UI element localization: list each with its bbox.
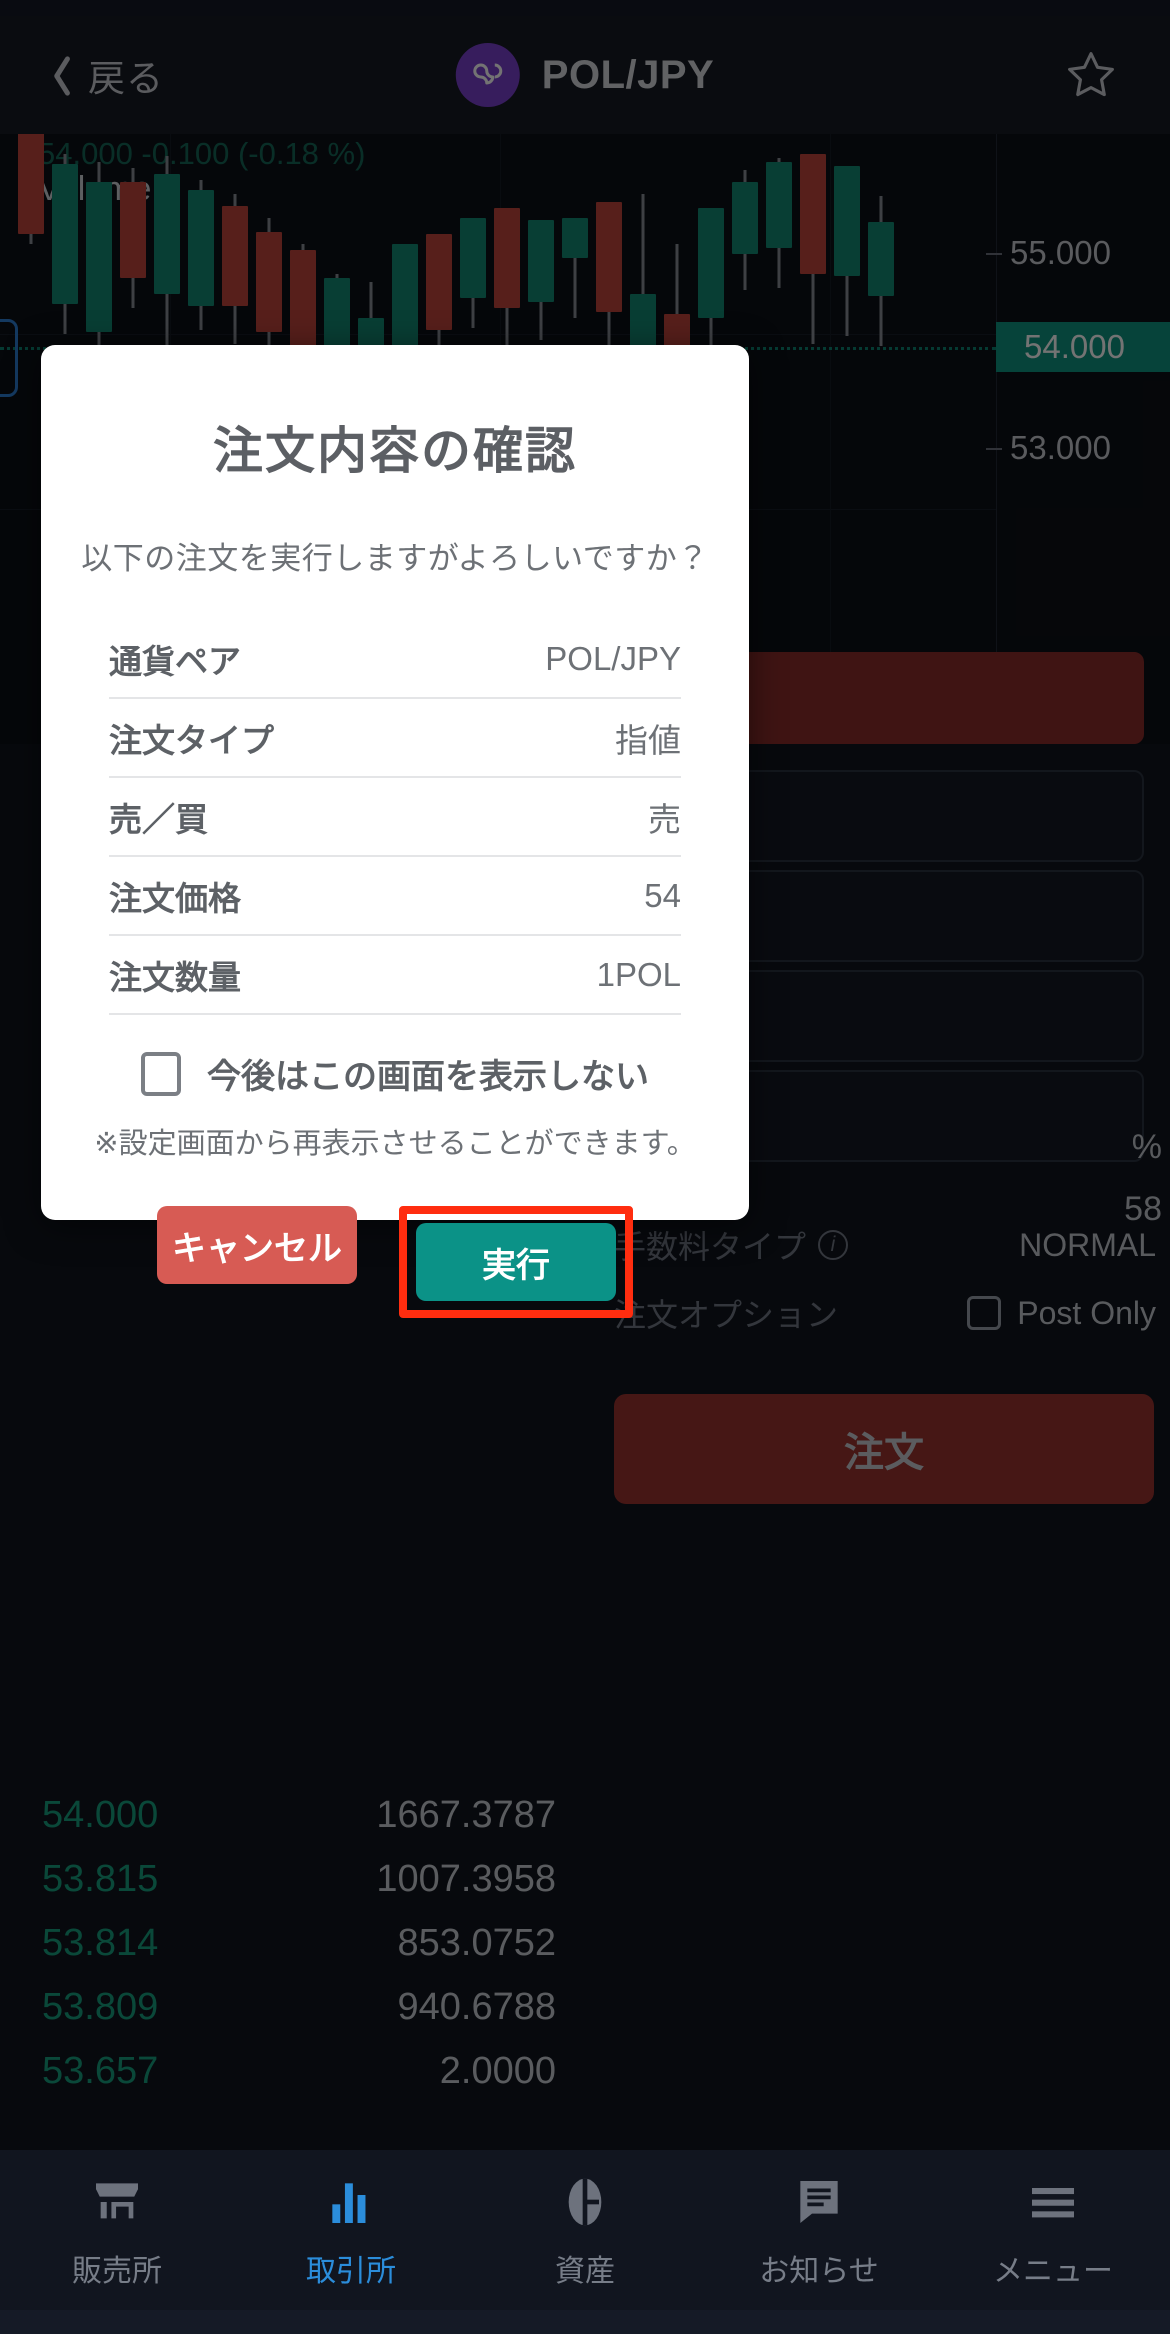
table-row: 注文価格 54: [109, 857, 681, 936]
nav-label: お知らせ: [759, 2255, 879, 2288]
nav-label: メニュー: [993, 2255, 1113, 2288]
table-row: 注文数量 1POL: [109, 936, 681, 1015]
table-row: 売／買 売: [109, 778, 681, 857]
nav-item-assets[interactable]: 資産: [468, 2150, 702, 2290]
row-value: POL/JPY: [545, 639, 681, 677]
row-value: 指値: [615, 721, 681, 759]
hamburger-icon: [1025, 2172, 1081, 2230]
nav-item-menu[interactable]: メニュー: [936, 2150, 1170, 2290]
dialog-description: 以下の注文を実行しますがよろしいですか？: [81, 541, 709, 576]
dont-show-again-checkbox[interactable]: 今後はこの画面を表示しない: [41, 1049, 749, 1098]
dialog-actions: キャンセル 実行: [41, 1206, 749, 1318]
bar-chart-icon: [323, 2172, 379, 2230]
dialog-note: ※設定画面から再表示させることができます。: [94, 1128, 696, 1160]
assets-coin-icon: [557, 2172, 613, 2230]
nav-label: 資産: [555, 2255, 615, 2288]
row-value: 売: [648, 800, 681, 838]
order-confirm-dialog: 注文内容の確認 以下の注文を実行しますがよろしいですか？ 通貨ペア POL/JP…: [41, 345, 749, 1318]
nav-item-exchange[interactable]: 取引所: [234, 2150, 468, 2290]
order-summary-table: 通貨ペア POL/JPY 注文タイプ 指値 売／買 売 注文価格 54 注文数量…: [109, 620, 681, 1015]
bottom-navigation: 販売所 取引所 資産 お知らせ メニュー: [0, 2150, 1170, 2334]
cancel-button[interactable]: キャンセル: [157, 1206, 357, 1284]
execute-button-highlight: 実行: [399, 1206, 633, 1318]
dialog-title: 注文内容の確認: [213, 423, 577, 479]
dont-show-again-label: 今後はこの画面を表示しない: [207, 1058, 649, 1096]
message-icon: [791, 2172, 847, 2230]
nav-item-sales-office[interactable]: 販売所: [0, 2150, 234, 2290]
table-row: 通貨ペア POL/JPY: [109, 620, 681, 699]
row-label: 注文数量: [109, 958, 241, 996]
row-value: 54: [644, 876, 681, 914]
nav-label: 取引所: [306, 2255, 396, 2288]
nav-item-notifications[interactable]: お知らせ: [702, 2150, 936, 2290]
home-indicator: [0, 2310, 1170, 2334]
row-label: 注文価格: [109, 879, 241, 917]
storefront-icon: [89, 2172, 145, 2230]
checkbox-unchecked-icon[interactable]: [141, 1051, 181, 1096]
row-label: 通貨ペア: [109, 642, 241, 680]
row-value: 1POL: [596, 955, 681, 993]
app-root: 戻る POL/JPY 54.000 -0.100 (-0.18 %) Volum…: [0, 0, 1170, 2334]
row-label: 売／買: [109, 800, 208, 838]
row-label: 注文タイプ: [109, 721, 274, 759]
nav-label: 販売所: [72, 2255, 162, 2288]
execute-button[interactable]: 実行: [416, 1223, 616, 1301]
table-row: 注文タイプ 指値: [109, 699, 681, 778]
